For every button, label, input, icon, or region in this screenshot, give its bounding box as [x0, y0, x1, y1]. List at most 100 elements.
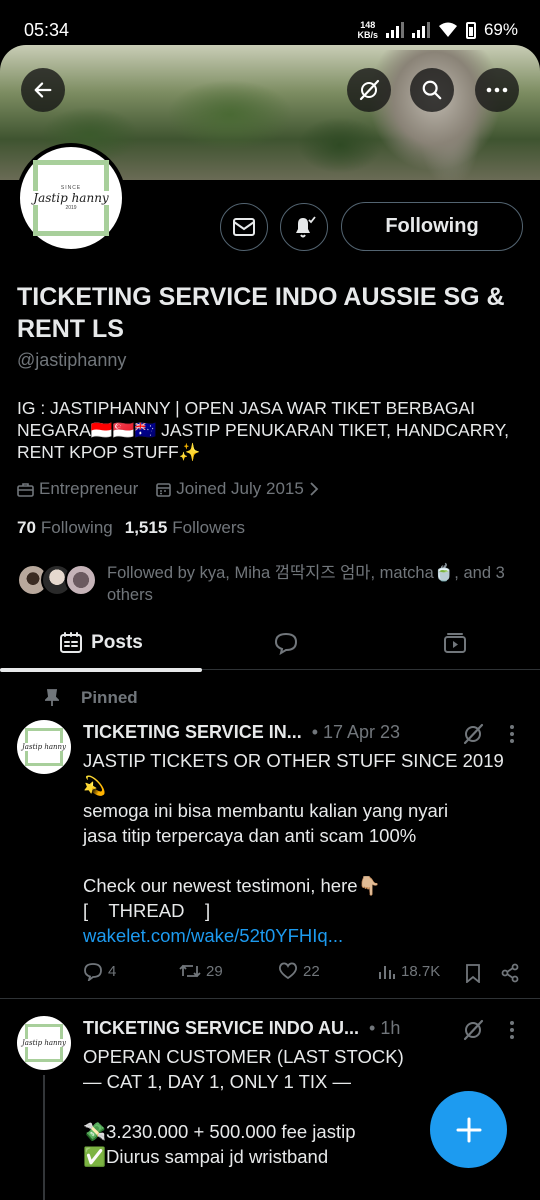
- post-author[interactable]: TICKETING SERVICE IN...: [83, 722, 302, 743]
- category: Entrepreneur: [17, 479, 138, 499]
- post-more-icon[interactable]: [509, 724, 515, 744]
- jastip-logo: SINCE Jastip hanny 2019: [31, 160, 111, 236]
- post-author[interactable]: TICKETING SERVICE INDO AU...: [83, 1018, 359, 1039]
- signal-icon-2: [411, 22, 430, 38]
- following-label: Following: [40, 518, 113, 537]
- message-button[interactable]: [220, 203, 268, 251]
- more-options-button[interactable]: [475, 68, 519, 112]
- heart-icon: [279, 962, 297, 980]
- logo-name-small: Jastip hanny: [20, 743, 68, 751]
- post-line: [ THREAD ]: [83, 900, 211, 921]
- back-button[interactable]: [21, 68, 65, 112]
- followers-link[interactable]: 1,515 Followers: [125, 518, 245, 538]
- tab-media[interactable]: [370, 615, 540, 670]
- username: @jastiphanny: [17, 350, 127, 370]
- reply-bubble-icon: [274, 632, 298, 655]
- tab-posts-label: Posts: [91, 631, 143, 653]
- like-count: 22: [303, 962, 320, 980]
- joined-label: Joined July 2015: [176, 479, 304, 498]
- profile-tabs: Posts: [0, 615, 540, 672]
- media-icon: [444, 632, 466, 653]
- post-line: 💫: [83, 775, 107, 796]
- compose-post-button[interactable]: [430, 1091, 507, 1168]
- more-dots-icon: [486, 87, 508, 93]
- following-button[interactable]: Following: [341, 202, 523, 251]
- post-line: — CAT 1, DAY 1, ONLY 1 TIX —: [83, 1071, 352, 1092]
- back-arrow-icon: [34, 82, 52, 98]
- clock: 05:34: [24, 19, 70, 40]
- search-button[interactable]: [410, 68, 454, 112]
- jastip-logo-small: Jastip hanny: [20, 728, 68, 766]
- reply-button[interactable]: 4: [83, 962, 116, 981]
- post-link[interactable]: wakelet.com/wake/52t0YFHIq...: [83, 923, 528, 948]
- repost-button[interactable]: 29: [179, 962, 223, 980]
- post-line: JASTIP TICKETS OR OTHER STUFF SINCE 2019: [83, 750, 504, 771]
- repost-count: 29: [206, 962, 223, 980]
- joined-date[interactable]: Joined July 2015: [156, 479, 319, 499]
- post-divider: [0, 998, 540, 999]
- wifi-icon: [438, 22, 457, 37]
- bell-check-icon: [296, 216, 316, 238]
- post-avatar[interactable]: Jastip hanny: [17, 1016, 71, 1070]
- post-line: Check our newest testimoni, here👇🏼: [83, 875, 381, 896]
- posts-icon: [60, 631, 83, 653]
- view-count: 18.7K: [401, 962, 441, 980]
- follow-counts: 70 Following 1,515 Followers: [17, 518, 245, 538]
- network-speed-value: 148: [360, 20, 376, 30]
- repost-icon: [179, 964, 201, 978]
- bio: IG : JASTIPHANNY | OPEN JASA WAR TIKET B…: [17, 398, 509, 462]
- notifications-button[interactable]: [280, 203, 328, 251]
- chevron-right-icon: [310, 482, 319, 496]
- post-line: jasa titip terpercaya dan anti scam 100%: [83, 825, 417, 846]
- mail-icon: [233, 218, 255, 236]
- grok-icon[interactable]: [461, 1018, 485, 1042]
- signal-icon: [385, 22, 404, 38]
- calendar-icon: [156, 482, 172, 497]
- post-header: TICKETING SERVICE IN... • 17 Apr 23: [83, 722, 400, 743]
- views-button[interactable]: 18.7K: [378, 962, 440, 980]
- post-date[interactable]: • 17 Apr 23: [312, 722, 400, 743]
- following-link[interactable]: 70 Following: [17, 518, 113, 538]
- bookmark-icon[interactable]: [465, 964, 481, 983]
- pin-icon: [45, 689, 59, 706]
- like-button[interactable]: 22: [278, 962, 320, 980]
- logo-name: Jastip hanny: [31, 191, 111, 205]
- post-more-icon[interactable]: [509, 1020, 515, 1040]
- views-icon: [379, 966, 395, 979]
- pinned-label: Pinned: [45, 688, 138, 708]
- category-label: Entrepreneur: [39, 479, 139, 498]
- post-avatar[interactable]: Jastip hanny: [17, 720, 71, 774]
- search-icon: [422, 80, 442, 100]
- tab-posts[interactable]: Posts: [0, 615, 202, 672]
- grok-icon: [359, 79, 380, 101]
- thread-line: [43, 1075, 45, 1200]
- display-name: TICKETING SERVICE INDO AUSSIE SG & RENT …: [17, 283, 505, 343]
- reply-icon: [84, 963, 102, 981]
- post-line: semoga ini bisa membantu kalian yang nya…: [83, 800, 449, 821]
- tab-replies[interactable]: [202, 615, 370, 670]
- logo-name-small: Jastip hanny: [20, 1039, 68, 1047]
- pinned-text: Pinned: [81, 688, 138, 707]
- share-icon[interactable]: [500, 963, 520, 983]
- grok-button[interactable]: [347, 68, 391, 112]
- network-speed: 148 KB/s: [357, 20, 378, 40]
- followed-by-text: Followed by kya, Miha 껌딱지즈 엄마, matcha🍵, …: [107, 564, 505, 604]
- grok-icon[interactable]: [461, 722, 485, 746]
- profile-meta: Entrepreneur Joined July 2015: [17, 479, 319, 499]
- post-line: OPERAN CUSTOMER (LAST STOCK): [83, 1046, 404, 1067]
- followers-count: 1,515: [124, 518, 168, 537]
- status-bar: 05:34 148 KB/s 69%: [0, 0, 540, 60]
- followed-by[interactable]: Followed by kya, Miha 껌딱지즈 엄마, matcha🍵, …: [17, 562, 527, 606]
- status-icons: 148 KB/s 69%: [357, 20, 518, 40]
- followers-label: Followers: [172, 518, 246, 537]
- logo-year: 2019: [65, 205, 77, 211]
- post-actions: 4 29 22 18.7K: [83, 962, 523, 986]
- profile-avatar[interactable]: SINCE Jastip hanny 2019: [16, 143, 126, 253]
- active-tab-indicator: [0, 668, 202, 672]
- jastip-logo-small: Jastip hanny: [20, 1024, 68, 1062]
- network-speed-unit: KB/s: [357, 30, 378, 40]
- battery-level: 69%: [483, 20, 518, 39]
- follower-avatar: [65, 564, 97, 596]
- post-date[interactable]: • 1h: [369, 1018, 400, 1039]
- following-count: 70: [17, 518, 36, 537]
